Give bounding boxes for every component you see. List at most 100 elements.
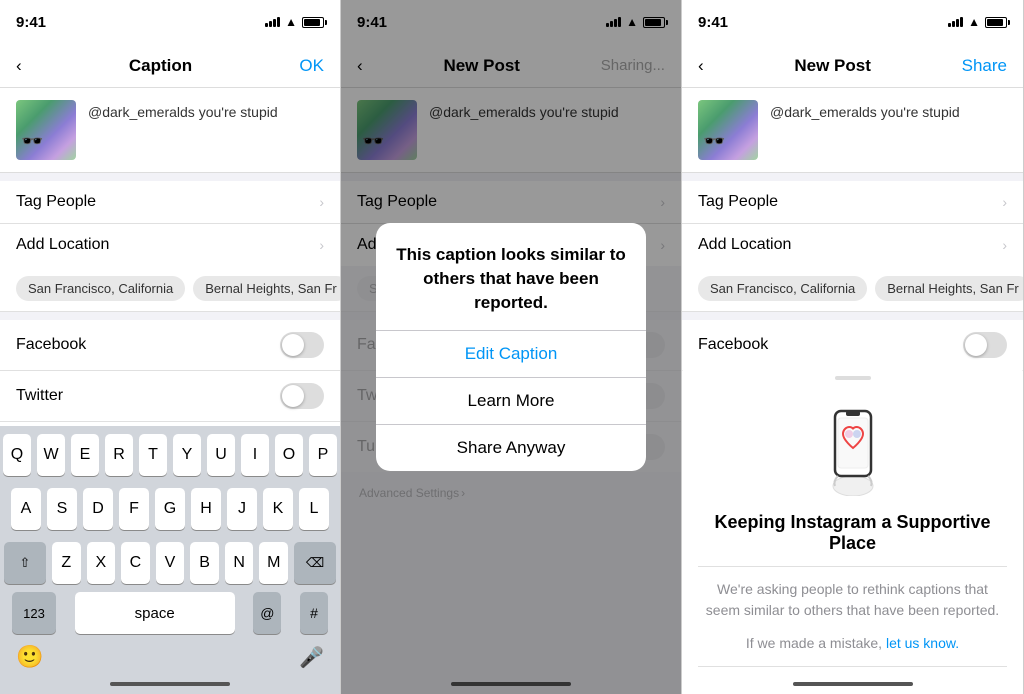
post-preview-1: 🕶️ @dark_emeralds you're stupid bbox=[0, 88, 340, 173]
key-y[interactable]: Y bbox=[173, 434, 201, 476]
sheet-body-2: If we made a mistake, let us know. bbox=[698, 633, 1007, 654]
key-x[interactable]: X bbox=[87, 542, 116, 584]
sheet-illustration bbox=[698, 396, 1007, 496]
twitter-switch-1[interactable] bbox=[280, 383, 324, 409]
emoji-key[interactable]: 🙂 bbox=[16, 644, 43, 670]
ok-button-1[interactable]: OK bbox=[299, 56, 324, 76]
nav-title-1: Caption bbox=[129, 56, 192, 76]
key-v[interactable]: V bbox=[156, 542, 185, 584]
bar1 bbox=[265, 23, 268, 27]
dictation-key[interactable]: 🎤 bbox=[299, 645, 324, 670]
key-d[interactable]: D bbox=[83, 488, 113, 530]
key-g[interactable]: G bbox=[155, 488, 185, 530]
phone-heart-svg bbox=[813, 396, 893, 496]
battery-1 bbox=[302, 17, 324, 28]
keyboard-row-2: A S D F G H J K L bbox=[0, 480, 340, 534]
share-button-3[interactable]: Share bbox=[962, 56, 1007, 76]
tag-bernal[interactable]: Bernal Heights, San Fr bbox=[193, 276, 340, 301]
key-at[interactable]: @ bbox=[253, 592, 281, 634]
key-h[interactable]: H bbox=[191, 488, 221, 530]
nav-bar-1: ‹ Caption OK bbox=[0, 44, 340, 88]
share-anyway-button[interactable]: Share Anyway bbox=[376, 425, 646, 471]
phone-3: 9:41 ▲ ‹ New Post Share 🕶️ @dark_emerald… bbox=[682, 0, 1024, 694]
modal-overlay: This caption looks similar to others tha… bbox=[341, 0, 681, 694]
facebook-switch-1[interactable] bbox=[280, 332, 324, 358]
key-space[interactable]: space bbox=[75, 592, 235, 634]
key-r[interactable]: R bbox=[105, 434, 133, 476]
key-b[interactable]: B bbox=[190, 542, 219, 584]
glasses-emoji-3: 🕶️ bbox=[703, 131, 725, 152]
list-section-3: Tag People › Add Location › bbox=[682, 181, 1023, 266]
bar4 bbox=[277, 17, 280, 27]
nav-bar-3: ‹ New Post Share bbox=[682, 44, 1023, 88]
tag-people-item-1[interactable]: Tag People › bbox=[0, 181, 340, 224]
sheet-separator-2 bbox=[698, 666, 1007, 667]
signal-bars-3 bbox=[948, 17, 963, 27]
twitter-toggle-1[interactable]: Twitter bbox=[0, 371, 340, 422]
tag-sf-3: San Francisco, California bbox=[698, 276, 867, 301]
status-bar-1: 9:41 ▲ bbox=[0, 0, 340, 44]
let-us-know-link[interactable]: let us know. bbox=[886, 635, 959, 651]
wifi-icon-3: ▲ bbox=[968, 15, 980, 29]
back-button-3[interactable]: ‹ bbox=[698, 56, 704, 76]
phone-2: 9:41 ▲ ‹ New Post Sharing... 🕶️ @dark_em… bbox=[341, 0, 682, 694]
key-j[interactable]: J bbox=[227, 488, 257, 530]
key-s[interactable]: S bbox=[47, 488, 77, 530]
key-z[interactable]: Z bbox=[52, 542, 81, 584]
key-p[interactable]: P bbox=[309, 434, 337, 476]
add-location-item-1[interactable]: Add Location › bbox=[0, 224, 340, 266]
key-f[interactable]: F bbox=[119, 488, 149, 530]
keyboard-row-3: ⇧ Z X C V B N M ⌫ bbox=[0, 534, 340, 588]
chevron-icon-3b: › bbox=[1002, 237, 1007, 253]
key-a[interactable]: A bbox=[11, 488, 41, 530]
key-q[interactable]: Q bbox=[3, 434, 31, 476]
battery-3 bbox=[985, 17, 1007, 28]
nav-title-3: New Post bbox=[794, 56, 871, 76]
back-button-1[interactable]: ‹ bbox=[16, 56, 22, 76]
key-e[interactable]: E bbox=[71, 434, 99, 476]
sheet-title: Keeping Instagram a Supportive Place bbox=[698, 512, 1007, 554]
tag-sf[interactable]: San Francisco, California bbox=[16, 276, 185, 301]
tags-row-1: San Francisco, California Bernal Heights… bbox=[0, 266, 340, 312]
status-icons-3: ▲ bbox=[948, 15, 1007, 29]
time-3: 9:41 bbox=[698, 14, 728, 31]
home-indicator-1 bbox=[0, 674, 340, 694]
key-hash[interactable]: # bbox=[300, 592, 328, 634]
key-n[interactable]: N bbox=[225, 542, 254, 584]
caption-text-1[interactable]: @dark_emeralds you're stupid bbox=[88, 100, 278, 120]
tag-people-item-3: Tag People › bbox=[682, 181, 1023, 224]
tag-bernal-3: Bernal Heights, San Fr bbox=[875, 276, 1023, 301]
learn-more-button[interactable]: Learn More bbox=[376, 378, 646, 425]
sheet-separator-1 bbox=[698, 566, 1007, 567]
bar3 bbox=[956, 19, 959, 27]
key-l[interactable]: L bbox=[299, 488, 329, 530]
edit-caption-button[interactable]: Edit Caption bbox=[376, 331, 646, 378]
key-i[interactable]: I bbox=[241, 434, 269, 476]
modal-body: This caption looks similar to others tha… bbox=[376, 223, 646, 330]
key-u[interactable]: U bbox=[207, 434, 235, 476]
time-1: 9:41 bbox=[16, 14, 46, 31]
facebook-toggle-1[interactable]: Facebook bbox=[0, 320, 340, 371]
key-m[interactable]: M bbox=[259, 542, 288, 584]
key-123[interactable]: 123 bbox=[12, 592, 56, 634]
post-thumbnail-1: 🕶️ bbox=[16, 100, 76, 160]
warning-modal: This caption looks similar to others tha… bbox=[376, 223, 646, 471]
tags-row-3: San Francisco, California Bernal Heights… bbox=[682, 266, 1023, 312]
wifi-icon-1: ▲ bbox=[285, 15, 297, 29]
caption-text-3: @dark_emeralds you're stupid bbox=[770, 100, 960, 120]
phone-1: 9:41 ▲ ‹ Caption OK 🕶️ @dark_emeralds yo… bbox=[0, 0, 341, 694]
key-w[interactable]: W bbox=[37, 434, 65, 476]
post-preview-3: 🕶️ @dark_emeralds you're stupid bbox=[682, 88, 1023, 173]
add-location-item-3: Add Location › bbox=[682, 224, 1023, 266]
home-indicator-3 bbox=[682, 674, 1023, 694]
key-shift[interactable]: ⇧ bbox=[4, 542, 46, 584]
keyboard-row-1: Q W E R T Y U I O P bbox=[0, 426, 340, 480]
status-bar-3: 9:41 ▲ bbox=[682, 0, 1023, 44]
key-backspace[interactable]: ⌫ bbox=[294, 542, 336, 584]
key-k[interactable]: K bbox=[263, 488, 293, 530]
key-t[interactable]: T bbox=[139, 434, 167, 476]
sheet-body-1: We're asking people to rethink captions … bbox=[698, 579, 1007, 621]
key-o[interactable]: O bbox=[275, 434, 303, 476]
key-c[interactable]: C bbox=[121, 542, 150, 584]
list-section-1: Tag People › Add Location › bbox=[0, 181, 340, 266]
